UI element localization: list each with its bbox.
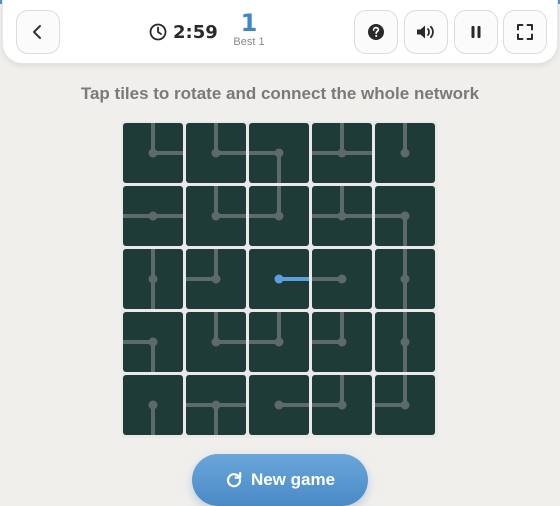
tile-r4-c3[interactable] bbox=[249, 312, 309, 372]
best-score: Best 1 bbox=[233, 36, 265, 48]
tile-r2-c2[interactable] bbox=[186, 186, 246, 246]
tile-r5-c4[interactable] bbox=[312, 375, 372, 435]
help-icon bbox=[368, 24, 384, 40]
speaker-icon bbox=[417, 25, 434, 39]
tile-r3-c2[interactable] bbox=[186, 249, 246, 309]
pause-button[interactable] bbox=[454, 10, 498, 54]
tile-r1-c4[interactable] bbox=[312, 123, 372, 183]
tile-r2-c3[interactable] bbox=[249, 186, 309, 246]
instruction-text: Tap tiles to rotate and connect the whol… bbox=[80, 84, 480, 103]
help-button[interactable] bbox=[354, 10, 398, 54]
tile-r5-c5[interactable] bbox=[375, 375, 435, 435]
tile-r1-c3[interactable] bbox=[249, 123, 309, 183]
pause-icon bbox=[471, 26, 481, 38]
tile-r5-c1[interactable] bbox=[123, 375, 183, 435]
back-button[interactable] bbox=[16, 10, 60, 54]
tile-r2-c1[interactable] bbox=[123, 186, 183, 246]
tile-r1-c1[interactable] bbox=[123, 123, 183, 183]
tile-r3-c4[interactable] bbox=[312, 249, 372, 309]
fullscreen-button[interactable] bbox=[503, 10, 547, 54]
score-value: 1 bbox=[240, 9, 258, 37]
tile-r5-c3[interactable] bbox=[249, 375, 309, 435]
sound-button[interactable] bbox=[404, 10, 448, 54]
puzzle-board bbox=[121, 121, 438, 438]
tile-r4-c4[interactable] bbox=[312, 312, 372, 372]
tile-r1-c5[interactable] bbox=[375, 123, 435, 183]
tile-r2-c4[interactable] bbox=[312, 186, 372, 246]
tile-r4-c2[interactable] bbox=[186, 312, 246, 372]
tile-r1-c2[interactable] bbox=[186, 123, 246, 183]
clock-icon bbox=[149, 23, 167, 41]
new-game-label: New game bbox=[250, 470, 336, 489]
score-display: 1 Best 1 bbox=[229, 9, 269, 49]
tile-r4-c5[interactable] bbox=[375, 312, 435, 372]
tile-r3-c1[interactable] bbox=[123, 249, 183, 309]
timer-value: 2:59 bbox=[173, 21, 218, 43]
tile-r3-c3[interactable] bbox=[249, 249, 309, 309]
restart-icon bbox=[226, 471, 242, 488]
new-game-button[interactable]: New game bbox=[192, 454, 368, 506]
timer: 2:59 bbox=[149, 20, 218, 44]
tile-r2-c5[interactable] bbox=[375, 186, 435, 246]
tile-r4-c1[interactable] bbox=[123, 312, 183, 372]
fullscreen-icon bbox=[517, 24, 533, 40]
tile-r5-c2[interactable] bbox=[186, 375, 246, 435]
top-bar: 2:59 1 Best 1 bbox=[2, 0, 558, 64]
tile-r3-c5[interactable] bbox=[375, 249, 435, 309]
chevron-left-icon bbox=[33, 25, 41, 39]
